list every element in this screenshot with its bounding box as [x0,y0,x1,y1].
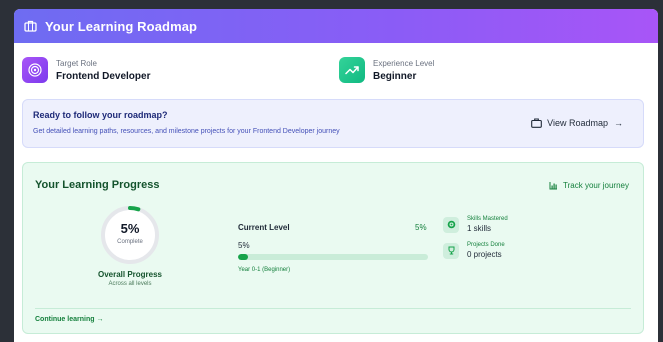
target-role-value: Frontend Developer [56,70,151,82]
progress-title: Your Learning Progress [35,179,160,191]
current-level-progress-bar [238,254,428,260]
learning-progress-panel: Your Learning Progress Track your journe… [22,162,644,334]
divider [35,308,631,309]
trending-up-icon [339,57,365,83]
experience-level-value: Beginner [373,70,417,82]
banner-title: Ready to follow your roadmap? [33,110,168,120]
skills-mastered-label: Skills Mastered [467,216,508,222]
target-icon [22,57,48,83]
page-title: Your Learning Roadmap [45,18,198,34]
target-icon [443,216,459,233]
experience-level-label: Experience Level [373,58,435,68]
current-level-percent-right: 5% [415,223,427,232]
banner-description: Get detailed learning paths, resources, … [33,128,340,135]
overall-progress-label: Overall Progress [97,270,163,279]
map-icon [531,118,543,128]
projects-done-label: Projects Done [467,242,505,248]
skills-mastered-value: 1 skills [467,224,492,233]
experience-level: Experience Level Beginner [339,57,434,83]
view-roadmap-button[interactable]: View Roadmap → [531,118,623,128]
continue-learning-link[interactable]: Continue learning → [35,316,103,323]
roadmap-banner: Ready to follow your roadmap? Get detail… [22,99,644,148]
year-level-label: Year 0-1 (Beginner) [238,267,291,273]
skills-mastered-stat: Skills Mastered 1 skills [443,216,508,233]
role-info-row: Target Role Frontend Developer Experienc… [22,57,650,87]
view-roadmap-label: View Roadmap [547,118,608,128]
projects-done-value: 0 projects [467,250,502,259]
map-icon [23,19,37,33]
complete-label: Complete [117,239,143,245]
track-journey-label: Track your journey [563,181,629,190]
progress-bar-fill [238,254,248,260]
target-role-label: Target Role [56,58,97,68]
current-level-label: Current Level [238,223,290,232]
roadmap-card: Your Learning Roadmap Target Role Fronte… [14,9,658,342]
card-header: Your Learning Roadmap [14,9,658,43]
overall-progress-ring: 5% Complete [100,205,160,265]
track-journey-link[interactable]: Track your journey [549,181,629,190]
current-level-percent: 5% [238,241,250,250]
trophy-icon [443,242,459,259]
arrow-right-icon: → [614,118,623,128]
overall-percent: 5% [120,221,140,236]
target-role: Target Role Frontend Developer [22,57,150,83]
bar-chart-icon [549,181,558,190]
across-levels-label: Across all levels [108,281,152,287]
projects-done-stat: Projects Done 0 projects [443,242,505,259]
